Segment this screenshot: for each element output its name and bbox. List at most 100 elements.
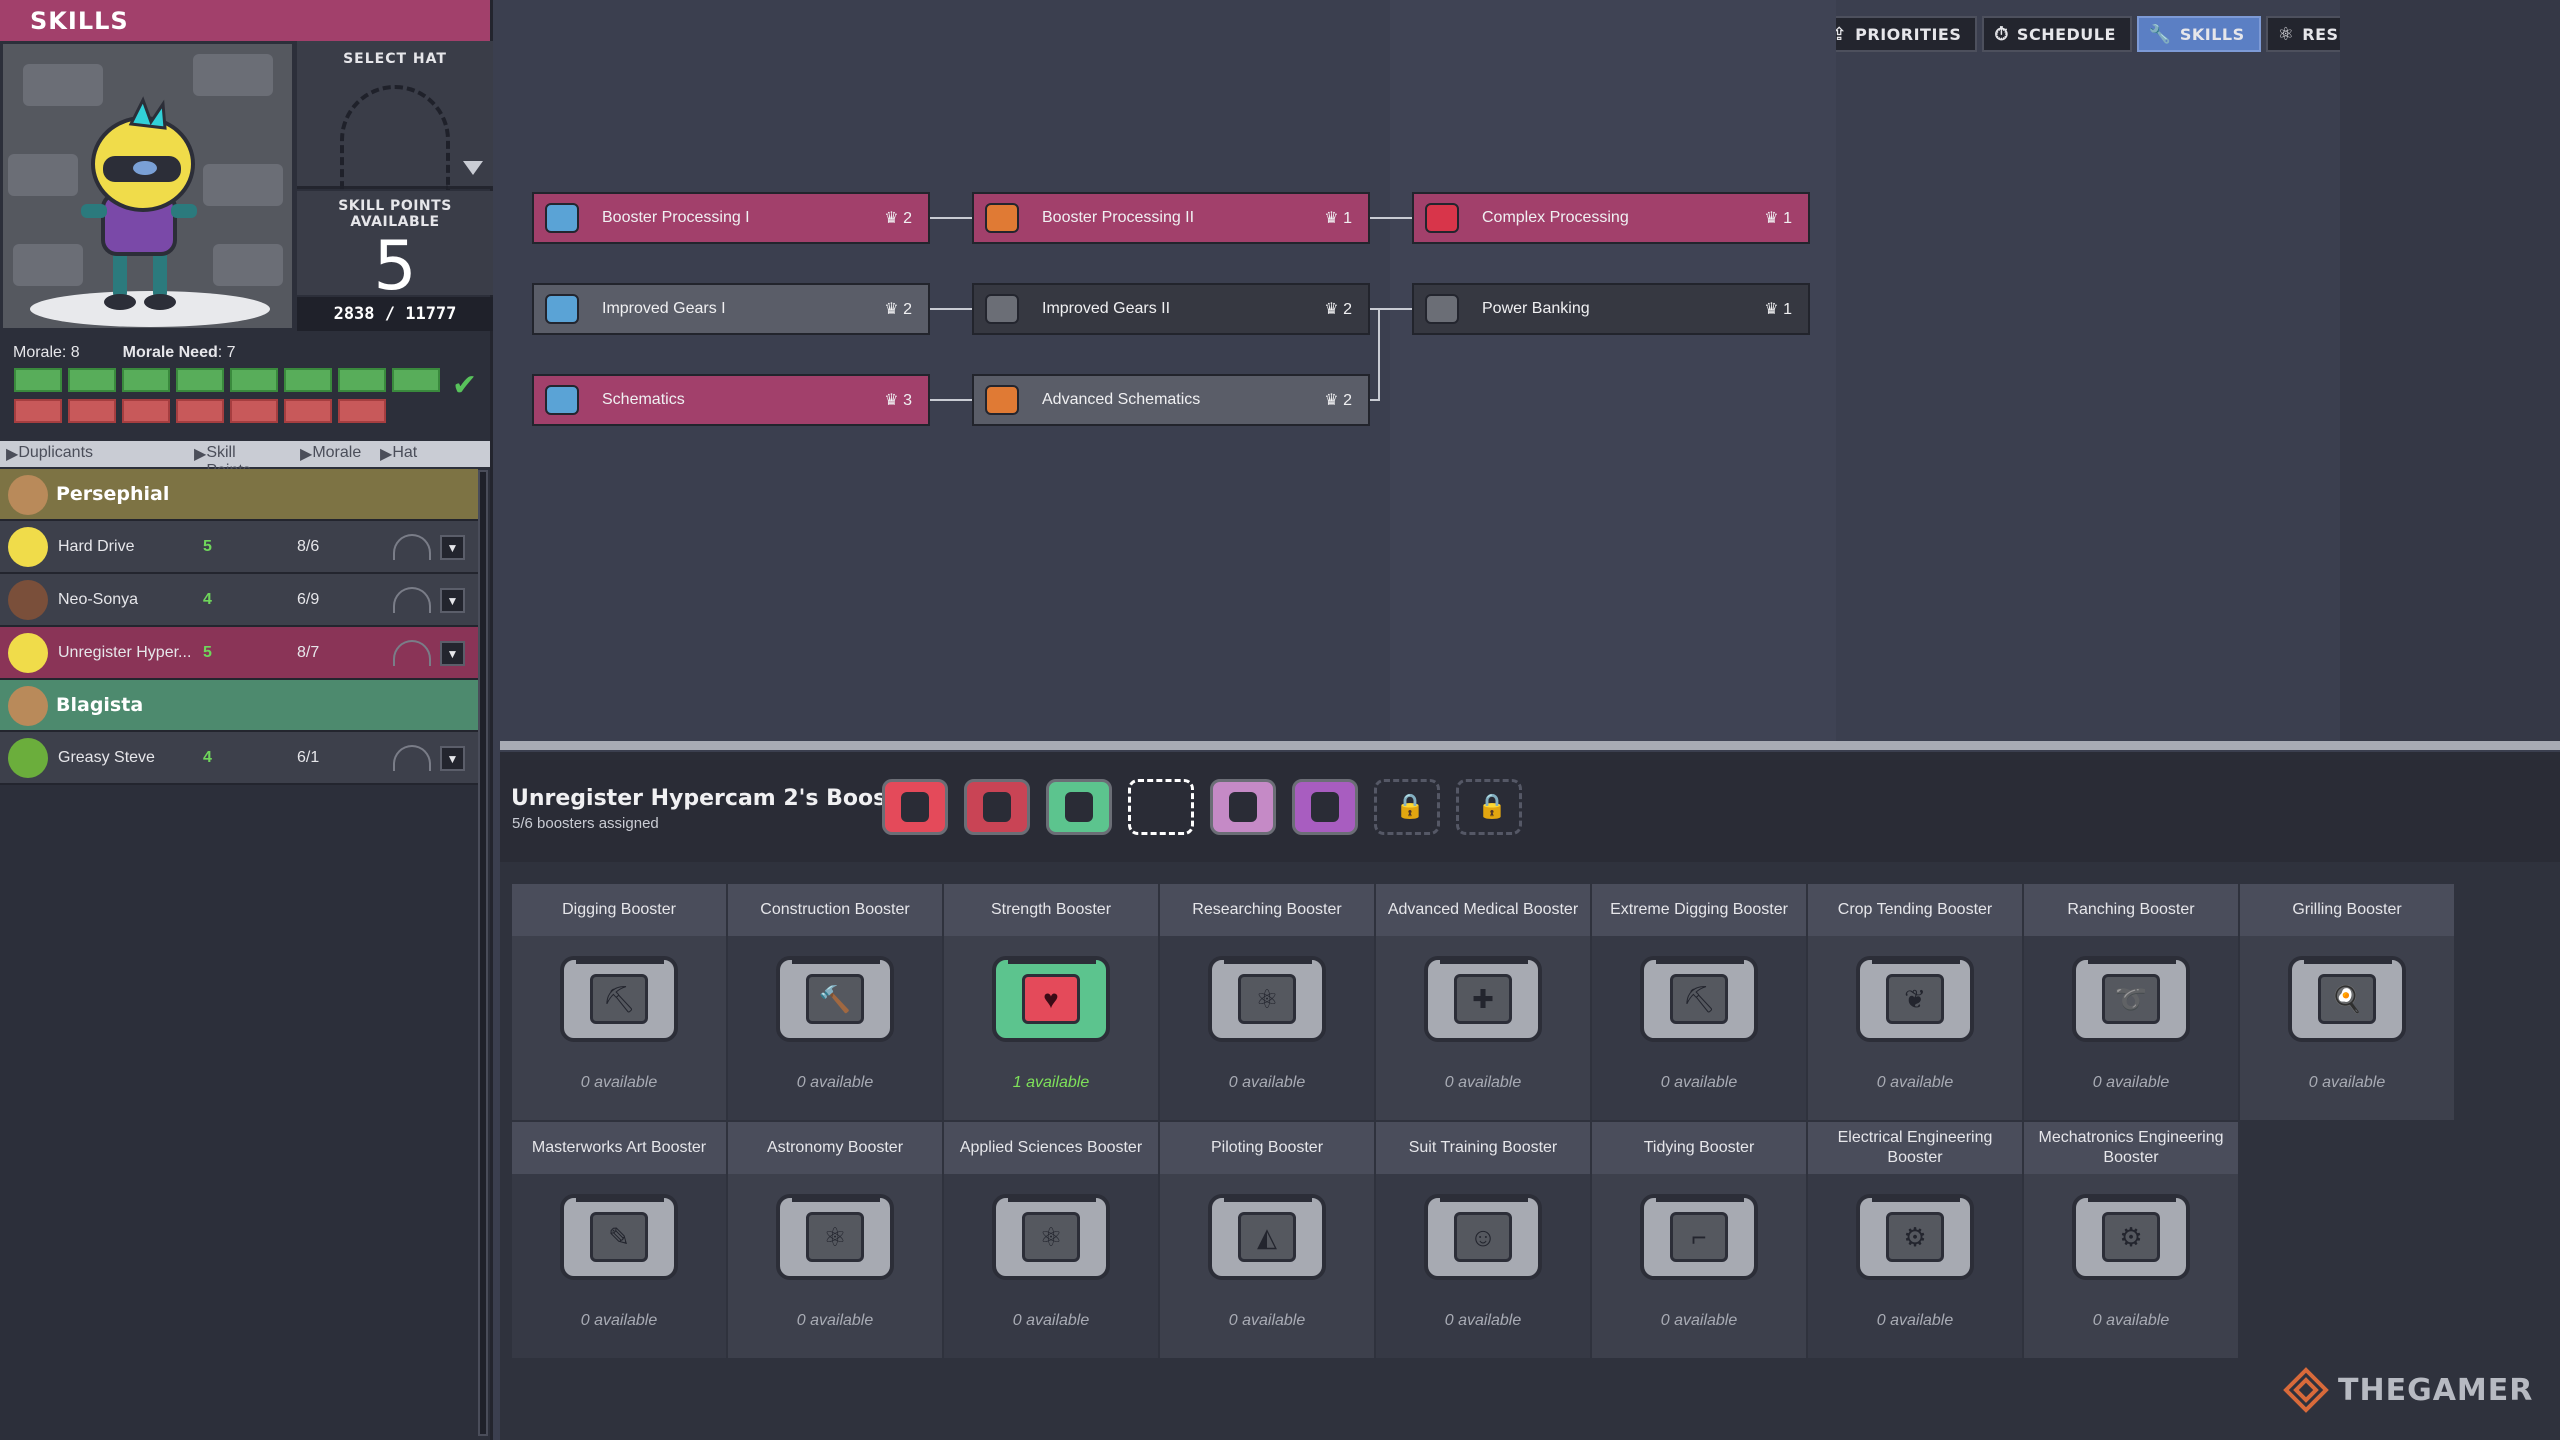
group-icon — [8, 686, 48, 726]
watermark-text: THEGAMER — [2338, 1372, 2534, 1408]
booster-tile[interactable]: Suit Training Booster ☺ 0 available — [1376, 1122, 1590, 1358]
booster-canister[interactable]: 🔨 — [776, 956, 894, 1042]
booster-availability: 0 available — [2308, 1074, 2386, 1091]
booster-tile[interactable]: Digging Booster ⛏ 0 available — [512, 884, 726, 1120]
morale-bar — [14, 368, 440, 392]
booster-canister[interactable]: ⚛ — [992, 1194, 1110, 1280]
hat-dropdown-button[interactable]: ▼ — [440, 588, 465, 613]
booster-name: Advanced Medical Booster — [1376, 884, 1590, 936]
avatar — [8, 738, 48, 778]
booster-tile[interactable]: Applied Sciences Booster ⚛ 0 available — [944, 1122, 1158, 1358]
booster-canister[interactable]: ⛏ — [1640, 956, 1758, 1042]
booster-slot[interactable] — [1128, 779, 1194, 835]
hat-dropdown-button[interactable]: ▼ — [440, 746, 465, 771]
group-row[interactable]: Blagista — [0, 680, 478, 732]
skill-improved-gears-i[interactable]: Improved Gears I ♛ 2 — [532, 283, 930, 335]
crown-icon: ♛ — [1324, 301, 1344, 318]
skill-tree-scroll-thumb[interactable] — [500, 741, 2560, 750]
gear-icon: ⚙ — [1886, 1212, 1944, 1262]
group-name: Persephial — [56, 483, 170, 505]
booster-canister[interactable]: ❦ — [1856, 956, 1974, 1042]
boosters-title: Unregister Hypercam 2's Boosters — [511, 786, 936, 811]
hat-dropdown-icon[interactable] — [463, 161, 483, 175]
booster-tile[interactable]: Mechatronics Engineering Booster ⚙ 0 avail… — [2024, 1122, 2238, 1358]
hat-dropdown-button[interactable]: ▼ — [440, 641, 465, 666]
booster-tile[interactable]: Researching Booster ⚛ 0 available — [1160, 884, 1374, 1120]
booster-tile[interactable]: Astronomy Booster ⚛ 0 available — [728, 1122, 942, 1358]
skill-improved-gears-ii[interactable]: Improved Gears II ♛ 2 — [972, 283, 1370, 335]
morale-pip — [230, 368, 278, 392]
booster-slot[interactable] — [1046, 779, 1112, 835]
sort-morale-header[interactable]: ▶ Morale — [300, 444, 361, 464]
sort-hat-header[interactable]: ▶ Hat — [380, 444, 417, 464]
group-row[interactable]: Persephial — [0, 469, 478, 521]
skill-points-panel: SKILL POINTS AVAILABLE 5 — [297, 191, 493, 304]
booster-slot[interactable] — [882, 779, 948, 835]
atom-icon: ⚛ — [1238, 974, 1296, 1024]
booster-canister[interactable]: 🍳 — [2288, 956, 2406, 1042]
duplicant-list-scrollbar[interactable] — [478, 470, 488, 1436]
medical-booster-icon — [1229, 792, 1257, 822]
skill-tree-scrollbar[interactable] — [500, 741, 2560, 750]
group-name: Blagista — [56, 694, 144, 716]
booster-name: Extreme Digging Booster — [1592, 884, 1806, 936]
booster-tile[interactable]: Grilling Booster 🍳 0 available — [2240, 884, 2454, 1120]
skill-complex-processing[interactable]: Complex Processing ♛ 1 — [1412, 192, 1810, 244]
sort-duplicants-header[interactable]: ▶ Duplicants — [6, 444, 93, 464]
booster-canister[interactable]: ☺ — [1424, 1194, 1542, 1280]
crown-icon: ♛ — [1324, 210, 1344, 227]
booster-canister[interactable]: ⛏ — [560, 956, 678, 1042]
skill-count-value: 1 — [1783, 301, 1792, 318]
hat-dropdown-button[interactable]: ▼ — [440, 535, 465, 560]
duplicant-skill-points: 5 — [203, 537, 212, 555]
duplicant-row[interactable]: Hard Drive 5 8/6 ▼ — [0, 521, 478, 574]
spatula-icon: 🍳 — [2318, 974, 2376, 1024]
booster-canister[interactable]: ⚙ — [2072, 1194, 2190, 1280]
skill-power-banking[interactable]: Power Banking ♛ 1 — [1412, 283, 1810, 335]
booster-slot[interactable]: 🔒 — [1374, 779, 1440, 835]
booster-tile[interactable]: Advanced Medical Booster ✚ 0 available — [1376, 884, 1590, 1120]
select-hat-panel[interactable]: SELECT HAT — [297, 41, 493, 190]
skill-icon — [1425, 203, 1459, 233]
booster-tile[interactable]: Crop Tending Booster ❦ 0 available — [1808, 884, 2022, 1120]
booster-tile[interactable]: Electrical Engineering Booster ⚙ 0 availab… — [1808, 1122, 2022, 1358]
duplicant-name: Greasy Steve — [58, 748, 155, 766]
booster-canister[interactable]: ♥ — [992, 956, 1110, 1042]
group-icon — [8, 475, 48, 515]
duplicant-row[interactable]: Neo-Sonya 4 6/9 ▼ — [0, 574, 478, 627]
booster-canister[interactable]: ⚛ — [1208, 956, 1326, 1042]
skill-schematics[interactable]: Schematics ♛ 3 — [532, 374, 930, 426]
sort-skill-points-header[interactable]: ▶ Skill Points — [194, 444, 251, 479]
booster-availability: 0 available — [580, 1312, 658, 1329]
duplicant-row[interactable]: Greasy Steve 4 6/1 ▼ — [0, 732, 478, 785]
booster-availability: 0 available — [796, 1074, 874, 1091]
booster-canister[interactable]: ◭ — [1208, 1194, 1326, 1280]
booster-availability: 0 available — [1876, 1074, 1954, 1091]
booster-tile[interactable]: Strength Booster ♥ 1 available — [944, 884, 1158, 1120]
booster-tile[interactable]: Ranching Booster ➰ 0 available — [2024, 884, 2238, 1120]
booster-slot[interactable] — [964, 779, 1030, 835]
booster-slot[interactable]: 🔒 — [1456, 779, 1522, 835]
booster-canister[interactable]: ⚙ — [1856, 1194, 1974, 1280]
duplicant-morale: 6/1 — [297, 748, 320, 766]
sidebar-title: SKILLS — [0, 0, 490, 41]
booster-canister[interactable]: ⌐ — [1640, 1194, 1758, 1280]
skill-holder-count: ♛ 3 — [884, 390, 912, 410]
booster-tile[interactable]: Masterworks Art Booster ✎ 0 available — [512, 1122, 726, 1358]
booster-tile[interactable]: Extreme Digging Booster ⛏ 0 available — [1592, 884, 1806, 1120]
skill-booster-processing-i[interactable]: Booster Processing I ♛ 2 — [532, 192, 930, 244]
skill-booster-processing-ii[interactable]: Booster Processing II ♛ 1 — [972, 192, 1370, 244]
booster-tile[interactable]: Construction Booster 🔨 0 available — [728, 884, 942, 1120]
skill-name: Power Banking — [1482, 300, 1590, 317]
booster-tile[interactable]: Piloting Booster ◭ 0 available — [1160, 1122, 1374, 1358]
morale-pip — [122, 368, 170, 392]
booster-canister[interactable]: ➰ — [2072, 956, 2190, 1042]
booster-canister[interactable]: ✎ — [560, 1194, 678, 1280]
booster-slot[interactable] — [1210, 779, 1276, 835]
booster-tile[interactable]: Tidying Booster ⌐ 0 available — [1592, 1122, 1806, 1358]
skill-advanced-schematics[interactable]: Advanced Schematics ♛ 2 — [972, 374, 1370, 426]
booster-canister[interactable]: ⚛ — [776, 1194, 894, 1280]
booster-slot[interactable] — [1292, 779, 1358, 835]
booster-canister[interactable]: ✚ — [1424, 956, 1542, 1042]
duplicant-row[interactable]: Unregister Hyper... 5 8/7 ▼ — [0, 627, 478, 680]
